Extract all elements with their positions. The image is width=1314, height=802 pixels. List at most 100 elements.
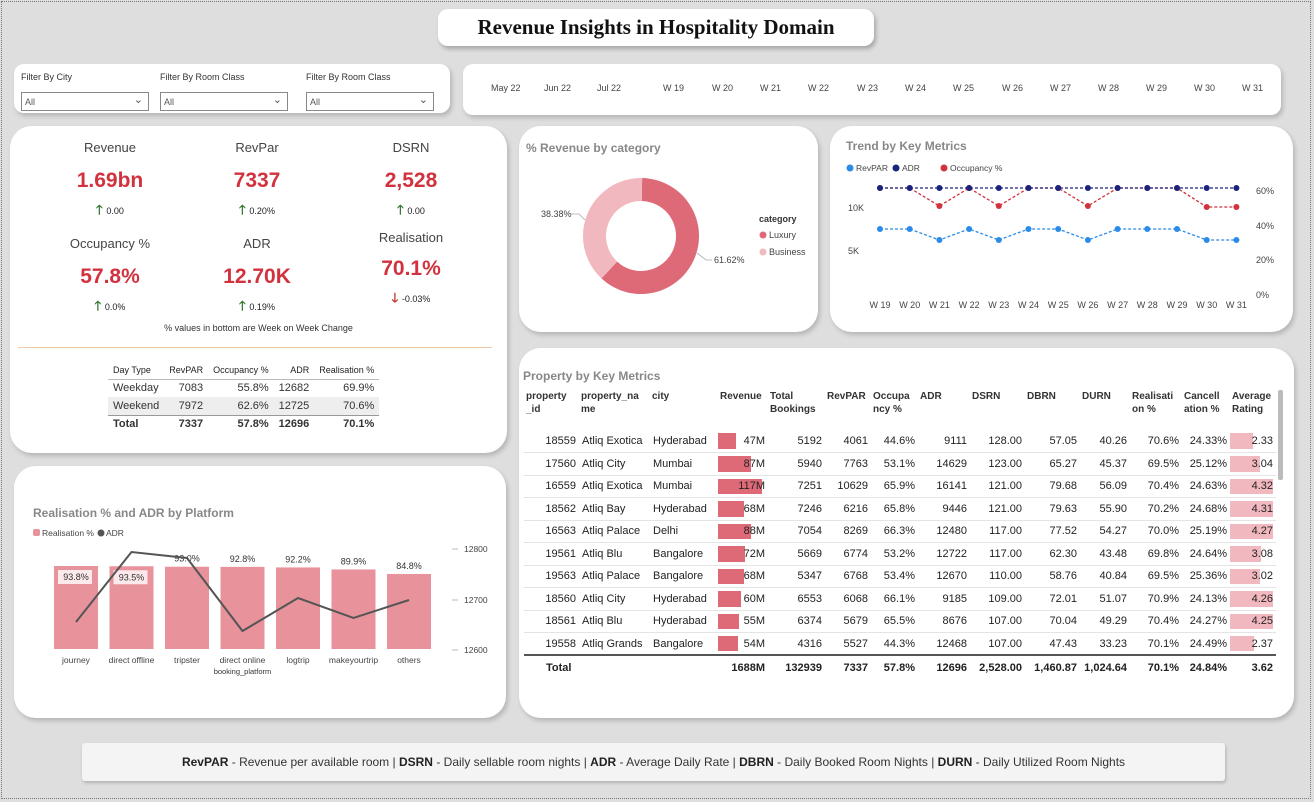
table-cell: 12682 — [278, 382, 310, 395]
data-bar — [718, 568, 744, 584]
table-cell: 47M — [718, 430, 768, 453]
table-cell: 16141 — [918, 475, 970, 498]
column-header[interactable]: property _id — [524, 390, 579, 430]
table-row[interactable]: Weekend 7972 62.6% 12725 70.6% — [108, 397, 380, 415]
table-cell: 69.5% — [1130, 452, 1182, 476]
slicer-item[interactable]: Jun 22 — [544, 83, 571, 93]
table-cell: 3.04 — [1230, 452, 1276, 476]
slicer-item[interactable]: W 21 — [760, 83, 781, 93]
data-bar — [718, 591, 741, 607]
column-header[interactable]: Cancell ation % — [1182, 390, 1230, 430]
table-cell: 49.29 — [1080, 610, 1130, 633]
x-tick-label: W 30 — [1196, 300, 1217, 310]
kpi-revpar: RevPar 7337 🡑 0.20% — [182, 140, 332, 223]
table-row[interactable]: 18561 Atliq Blu Hyderabad 55M 6374 5679 65.5% 8… — [524, 610, 1276, 633]
table-row[interactable]: 19563 Atliq Palace Bangalore 68M 5347 6768 53.… — [524, 565, 1276, 588]
slicer-item[interactable]: W 26 — [1002, 83, 1023, 93]
slicer-item[interactable]: W 31 — [1242, 83, 1263, 93]
table-row[interactable]: 18560 Atliq City Hyderabad 60M 6553 6068 66.1%… — [524, 587, 1276, 611]
table-cell: 107.00 — [970, 610, 1025, 633]
column-header[interactable]: RevPAR — [825, 390, 871, 430]
table-row[interactable]: 16563 Atliq Palace Delhi 88M 7054 8269 66.3% 12… — [524, 520, 1276, 543]
slicer-item[interactable]: W 30 — [1194, 83, 1215, 93]
slicer-item[interactable]: W 24 — [905, 83, 926, 93]
slicer-item[interactable]: Jul 22 — [597, 83, 621, 93]
column-header[interactable]: Realisati on % — [1130, 390, 1182, 430]
table-cell: 3.08 — [1230, 542, 1276, 566]
table-cell: 43.48 — [1080, 542, 1130, 566]
table-cell: 57.8% — [871, 654, 918, 685]
kpi-delta: 🡑 0.00 — [336, 201, 486, 223]
table-cell: 55.90 — [1080, 497, 1130, 521]
table-cell: 3.02 — [1230, 565, 1276, 588]
series-point-adr — [995, 185, 1002, 191]
data-label: 93.8% — [63, 572, 89, 582]
table-row[interactable]: 17560 Atliq City Mumbai 87M 5940 7763 53.1% 146… — [524, 452, 1276, 476]
y-right-tick-label: 0% — [1256, 290, 1269, 300]
table-row[interactable]: Weekday 7083 55.8% 12682 69.9% — [108, 379, 379, 397]
series-point-adr — [1055, 185, 1062, 191]
property-table-scroll[interactable]: property _id property_na me city Revenue Tot… — [524, 390, 1281, 720]
table-cell: 6768 — [825, 565, 871, 588]
table-row[interactable]: 19558 Atliq Grands Bangalore 54M 4316 5527 44.… — [524, 632, 1276, 656]
table-cell: 4.25 — [1230, 610, 1276, 633]
table-cell: 5679 — [825, 610, 871, 633]
table-cell: 12696 — [273, 414, 315, 433]
table-row[interactable]: 18562 Atliq Bay Hyderabad 68M 7246 6216 65.8% 9… — [524, 497, 1276, 521]
column-header[interactable]: Revenue — [718, 390, 768, 430]
table-cell: 51.07 — [1080, 587, 1130, 611]
table-row[interactable]: 18559 Atliq Exotica Hyderabad 47M 5192 4061 44… — [524, 430, 1276, 453]
table-row[interactable]: 16559 Atliq Exotica Mumbai 117M 7251 10629 65.… — [524, 475, 1276, 498]
glossary-desc: - Daily Utilized Room Nights — [972, 755, 1126, 769]
slicer-item[interactable]: W 27 — [1050, 83, 1071, 93]
table-cell: 117.00 — [970, 542, 1025, 566]
column-header[interactable]: Average Rating — [1230, 390, 1276, 430]
slicer-item[interactable]: W 19 — [663, 83, 684, 93]
table-cell: 40.26 — [1080, 430, 1130, 453]
table-cell: Total — [524, 654, 579, 685]
table-cell: 68M — [718, 565, 768, 588]
column-header[interactable]: DBRN — [1025, 390, 1080, 430]
series-point-revpar — [966, 226, 973, 232]
table-cell: 121.00 — [970, 475, 1025, 498]
filter-room-class-2-label: Filter By Room Class — [306, 72, 391, 82]
column-header[interactable]: DURN — [1080, 390, 1130, 430]
slicer-item[interactable]: W 20 — [712, 83, 733, 93]
slicer-item[interactable]: W 22 — [808, 83, 829, 93]
table-cell: 24.84% — [1182, 654, 1230, 685]
column-header[interactable]: Occupa ncy % — [871, 390, 918, 430]
column-header[interactable]: ADR — [918, 390, 970, 430]
slicer-item[interactable]: W 23 — [857, 83, 878, 93]
cell-text: 2.33 — [1251, 435, 1273, 447]
x-tick-label: W 28 — [1137, 300, 1158, 310]
table-cell: 16563 — [524, 520, 579, 543]
column-header[interactable]: city — [650, 390, 718, 430]
slicer-item[interactable]: W 29 — [1146, 83, 1167, 93]
filter-room-class-1-select[interactable]: All ⌄ — [160, 92, 288, 111]
filter-city-select[interactable]: All ⌄ — [21, 92, 149, 111]
x-tick-label: W 26 — [1077, 300, 1098, 310]
table-cell: Hyderabad — [650, 610, 718, 633]
slicer-item[interactable]: W 25 — [953, 83, 974, 93]
series-point-revpar — [1084, 237, 1091, 243]
table-cell: 25.36% — [1182, 565, 1230, 588]
table-cell: Bangalore — [650, 565, 718, 588]
table-cell: 4.32 — [1230, 475, 1276, 498]
slicer-item[interactable]: May 22 — [491, 83, 521, 93]
y-tick-label: 10K — [848, 203, 864, 213]
table-cell: 70.1% — [314, 414, 380, 433]
table-cell: 4061 — [825, 430, 871, 453]
column-header[interactable]: property_na me — [579, 390, 650, 430]
table-scrollbar[interactable] — [1278, 390, 1283, 480]
kpi-revenue: Revenue 1.69bn 🡑 0.00 — [35, 140, 185, 223]
slicer-item[interactable]: W 28 — [1098, 83, 1119, 93]
data-bar — [1230, 636, 1254, 651]
table-row[interactable]: 19561 Atliq Blu Bangalore 72M 5669 6774 53.2% 1… — [524, 542, 1276, 566]
legend-marker — [846, 164, 854, 172]
column-header[interactable]: Total Bookings — [768, 390, 825, 430]
table-cell: 1,460.87 — [1025, 654, 1080, 685]
column-header[interactable]: DSRN — [970, 390, 1025, 430]
table-cell: 24.27% — [1182, 610, 1230, 633]
kpi-delta-value: 0.00 — [407, 206, 425, 216]
filter-room-class-2-select[interactable]: All ⌄ — [306, 92, 434, 111]
